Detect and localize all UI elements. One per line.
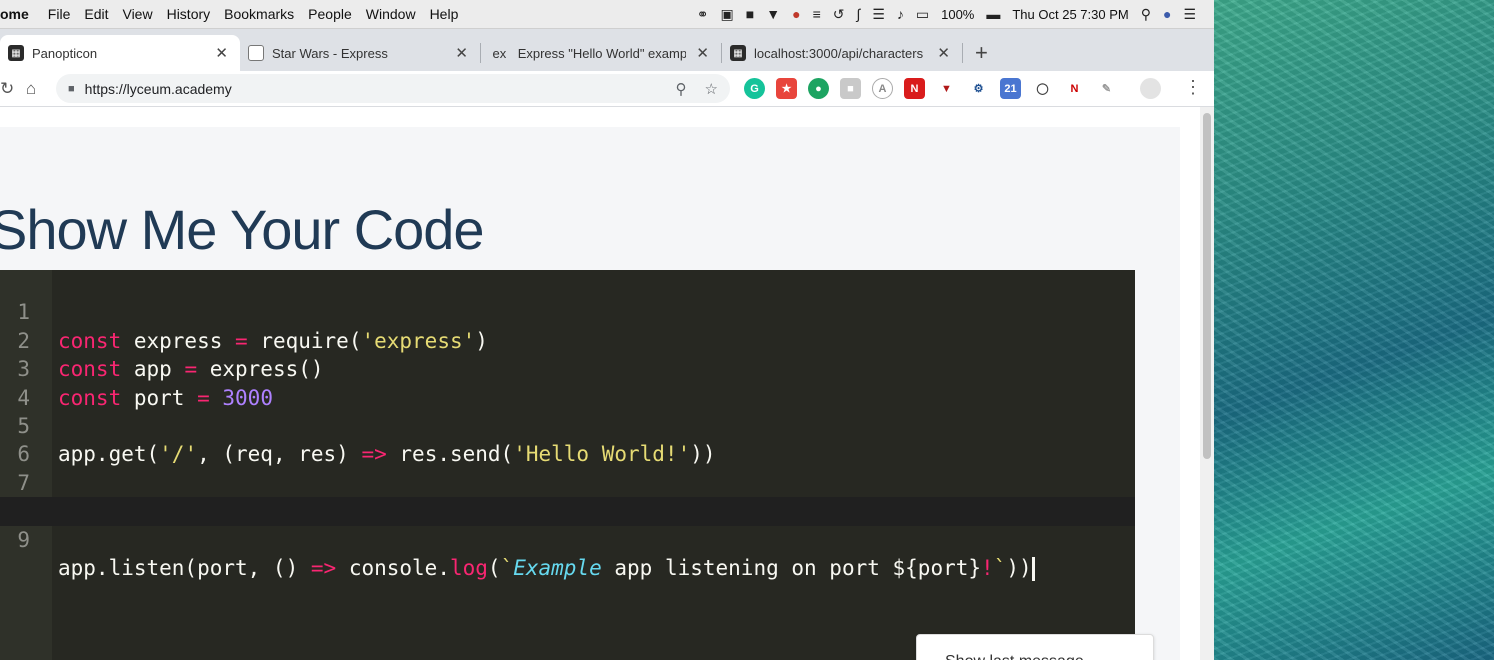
menu-history[interactable]: History [160, 6, 218, 22]
scrollbar-thumb[interactable] [1203, 113, 1211, 459]
close-icon[interactable]: ✕ [445, 44, 468, 62]
menu-bookmarks[interactable]: Bookmarks [217, 6, 301, 22]
extension-icon[interactable]: A [872, 78, 893, 99]
address-bar[interactable]: ■ https://lyceum.academy ⚲ ☆ [56, 74, 730, 103]
code-line[interactable]: 3 const port = 3000 [0, 327, 1135, 409]
status-area: ⚭ ▣ ■ ▼ ● ≡ ↺ ∫ ☰ ♪ ▭ 100% ▬ Thu Oct 25 … [697, 6, 1214, 23]
menu-bar: ome File Edit View History Bookmarks Peo… [0, 0, 1214, 29]
browser-menu-icon[interactable]: ⋮ [1184, 77, 1202, 98]
code-line[interactable]: 2 const app = express() [0, 298, 1135, 381]
calendar-extension-icon[interactable]: 21 [1000, 78, 1021, 99]
menu-edit[interactable]: Edit [77, 6, 115, 22]
page-title: Show Me Your Code [0, 198, 485, 261]
close-icon[interactable]: ✕ [927, 44, 950, 62]
code-line[interactable]: 4 [0, 355, 1135, 410]
secure-lock-icon[interactable]: ■ [68, 83, 75, 95]
extensions-area: G ★ ● ■ A N ▼ ⚙ 21 ◯ N ✎ [744, 78, 1161, 99]
zoom-icon[interactable]: ⚲ [676, 80, 687, 98]
code-text[interactable]: app.listen(port, () => console.log(`Exam… [58, 554, 1035, 582]
text-cursor [1031, 557, 1035, 581]
notification-center-icon[interactable]: ☰ [1183, 6, 1196, 23]
tab-title: Star Wars - Express [272, 45, 388, 61]
document-icon [248, 45, 264, 61]
glasses-icon[interactable]: ⚭ [697, 6, 709, 23]
extension-icon[interactable]: ■ [840, 78, 861, 99]
app-name-menu[interactable]: ome [0, 6, 41, 22]
close-icon[interactable]: ✕ [686, 44, 709, 62]
reload-icon[interactable]: ↻ [0, 79, 16, 99]
menu-view[interactable]: View [115, 6, 159, 22]
browser-toolbar: ↻ ⌂ ■ https://lyceum.academy ⚲ ☆ G ★ ● ■… [0, 71, 1214, 107]
battery-icon[interactable]: ▬ [986, 6, 1000, 22]
close-icon[interactable]: ✕ [205, 44, 228, 62]
code-line-active[interactable]: 9 app.listen(port, () => console.log(`Ex… [0, 497, 1135, 581]
menu-file[interactable]: File [41, 6, 78, 22]
spotlight-search-icon[interactable]: ⚲ [1141, 6, 1151, 23]
grammarly-extension-icon[interactable]: G [744, 78, 765, 99]
extension-icon[interactable]: ★ [776, 78, 797, 99]
tab-strip: ▦ Panopticon ✕ Star Wars - Express ✕ ex … [0, 29, 1214, 71]
menu-window[interactable]: Window [359, 6, 423, 22]
home-icon[interactable]: ⌂ [16, 79, 46, 99]
code-editor[interactable]: 1 const express = require('express') 2 c… [0, 270, 1135, 660]
app-menu: ome File Edit View History Bookmarks Peo… [0, 6, 465, 22]
menu-help[interactable]: Help [423, 6, 466, 22]
airplay-icon[interactable]: ▭ [916, 6, 929, 23]
tab-title: localhost:3000/api/characters [754, 45, 924, 61]
extension-icon[interactable]: ⚙ [968, 78, 989, 99]
shield-icon[interactable]: ▼ [766, 6, 780, 22]
code-line[interactable]: 1 const express = require('express') [0, 270, 1135, 352]
extension-icon[interactable]: ◯ [1032, 78, 1053, 99]
bars-icon[interactable]: ≡ [813, 6, 821, 22]
profile-avatar-icon[interactable] [1140, 78, 1161, 99]
tab-title: Express "Hello World" example [517, 45, 687, 61]
code-line[interactable]: 7 app.get('/osei', (req, res) => res.sen… [0, 440, 1135, 523]
battery-percent[interactable]: 100% [941, 7, 974, 22]
lock-icon[interactable]: ■ [746, 6, 754, 22]
tab-express-hello-world[interactable]: ex Express "Hello World" example ✕ [481, 35, 721, 71]
localhost-favicon-icon: ▦ [730, 45, 746, 61]
extension-icon[interactable]: N [904, 78, 925, 99]
tab-panopticon[interactable]: ▦ Panopticon ✕ [0, 35, 240, 71]
show-last-message-button[interactable]: Show last message [916, 634, 1154, 660]
tab-title: Panopticon [32, 45, 98, 61]
new-tab-icon[interactable]: + [963, 35, 1000, 71]
clock[interactable]: Thu Oct 25 7:30 PM [1012, 7, 1128, 22]
user-avatar-icon[interactable]: ● [1163, 6, 1171, 22]
desktop-wallpaper [1214, 0, 1494, 660]
code-line[interactable]: 8 [0, 469, 1135, 523]
panopticon-favicon-icon: ▦ [8, 45, 24, 61]
bluetooth-icon[interactable]: ∫ [856, 6, 860, 22]
extension-icon[interactable]: ✎ [1096, 78, 1117, 99]
bookmark-star-icon[interactable]: ☆ [705, 80, 718, 98]
menu-people[interactable]: People [301, 6, 359, 22]
page-scrollbar[interactable] [1200, 107, 1214, 660]
record-icon[interactable]: ● [792, 6, 800, 22]
extension-icon[interactable]: N [1064, 78, 1085, 99]
volume-icon[interactable]: ♪ [897, 6, 904, 22]
code-line[interactable]: 5 app.get('/', (req, res) => res.send('H… [0, 384, 1135, 466]
screen-icon[interactable]: ▣ [721, 6, 734, 23]
tab-localhost-characters[interactable]: ▦ localhost:3000/api/characters ✕ [722, 35, 962, 71]
line-number: 9 [17, 527, 30, 552]
wifi-icon[interactable]: ☰ [872, 6, 885, 23]
url-text[interactable]: https://lyceum.academy [85, 81, 232, 97]
ublock-extension-icon[interactable]: ▼ [936, 78, 957, 99]
express-favicon-icon: ex [492, 45, 507, 61]
web-page: Show Me Your Code 1 const express = requ… [0, 107, 1200, 660]
code-line[interactable]: 6 [0, 412, 1135, 466]
extension-icon[interactable]: ● [808, 78, 829, 99]
time-machine-icon[interactable]: ↺ [833, 6, 845, 23]
tab-star-wars-express[interactable]: Star Wars - Express ✕ [240, 35, 480, 71]
